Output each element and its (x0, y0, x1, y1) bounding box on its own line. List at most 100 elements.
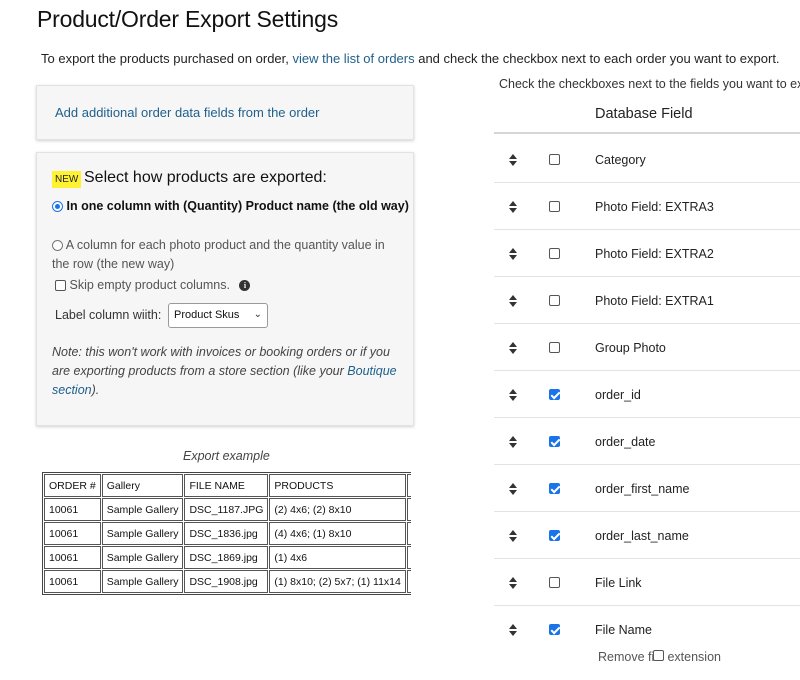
database-field-row: order_first_name (494, 465, 800, 512)
field-checkbox[interactable] (549, 389, 560, 400)
page-title: Product/Order Export Settings (37, 6, 339, 32)
drag-sort-icon[interactable] (508, 436, 518, 448)
table-cell: DSC_1869.jpg (184, 546, 269, 569)
field-label: Photo Field: EXTRA3 (595, 200, 714, 214)
table-row: 10061 Sample Gallery DSC_1908.jpg (1) 8x… (44, 570, 411, 593)
add-order-data-fields-link[interactable]: Add additional order data fields from th… (55, 105, 320, 120)
drag-sort-icon[interactable] (508, 483, 518, 495)
column-header: PRODUCTS (269, 474, 406, 497)
column-header: G (406, 474, 411, 497)
intro-text-end: and check the checkbox next to each orde… (414, 51, 780, 66)
drag-sort-icon[interactable] (508, 295, 518, 307)
table-cell: DSC_1908.jpg (184, 570, 269, 593)
export-example-table: ORDER # Gallery FILE NAME PRODUCTS G 100… (42, 472, 411, 595)
field-checkbox[interactable] (549, 483, 560, 494)
drag-sort-icon[interactable] (508, 624, 518, 636)
table-cell: Sample Gallery (101, 546, 184, 569)
field-checkbox[interactable] (549, 201, 560, 212)
table-cell: DSC_1187.JPG (184, 498, 269, 521)
database-field-row: Photo Field: EXTRA3 (494, 183, 800, 230)
export-option-new-way[interactable]: A column for each photo product and the … (52, 236, 402, 274)
label-column-label: Label column wiith: (55, 308, 162, 322)
radio-old-way[interactable] (52, 201, 63, 213)
table-header-row: ORDER # Gallery FILE NAME PRODUCTS G (44, 474, 411, 497)
table-cell: 10061 (44, 546, 101, 569)
database-field-row: Category (494, 136, 800, 183)
database-field-row: File Link (494, 559, 800, 606)
note-text-end: ). (91, 383, 100, 397)
skip-empty-columns-option[interactable]: Skip empty product columns. i (55, 278, 251, 292)
field-checkbox[interactable] (549, 436, 560, 447)
database-field-row: order_last_name (494, 512, 800, 559)
field-label: Photo Field: EXTRA1 (595, 294, 714, 308)
field-checkbox[interactable] (549, 530, 560, 541)
header-divider (494, 132, 800, 134)
additional-fields-panel: Add additional order data fields from th… (36, 85, 414, 140)
field-label: order_first_name (595, 482, 690, 496)
field-checkbox[interactable] (549, 577, 560, 588)
export-option-old-way[interactable]: In one column with (Quantity) Product na… (52, 199, 409, 213)
table-cell: Sample Gallery (101, 522, 184, 545)
skip-empty-columns-checkbox[interactable] (55, 280, 66, 292)
label-column-select[interactable]: Product Skus ⌄ (168, 303, 268, 328)
drag-sort-icon[interactable] (508, 389, 518, 401)
database-field-row: order_date (494, 418, 800, 465)
intro-text: To export the products purchased on orde… (41, 51, 780, 66)
field-label: order_date (595, 435, 656, 449)
column-header: Gallery (101, 474, 184, 497)
field-label: File Name (595, 623, 652, 637)
database-fields-panel: Database Field Category Photo Field: EXTR… (494, 95, 800, 680)
field-label: order_id (595, 388, 641, 402)
drag-sort-icon[interactable] (508, 530, 518, 542)
field-checkbox[interactable] (549, 342, 560, 353)
database-field-header: Database Field (595, 106, 693, 122)
drag-sort-icon[interactable] (508, 154, 518, 166)
product-export-heading: Select how products are exported: (84, 169, 327, 186)
chevron-down-icon: ⌄ (253, 309, 262, 320)
table-row: 10061 Sample Gallery DSC_1869.jpg (1) 4x… (44, 546, 411, 569)
database-field-row: Photo Field: EXTRA1 (494, 277, 800, 324)
table-cell: 10061 (44, 498, 101, 521)
field-checkbox[interactable] (549, 624, 560, 635)
info-icon[interactable]: i (239, 280, 251, 292)
export-example-table-wrapper[interactable]: ORDER # Gallery FILE NAME PRODUCTS G 100… (42, 472, 411, 596)
database-field-row: Group Photo (494, 324, 800, 371)
field-checkbox[interactable] (549, 154, 560, 165)
label-column-selected-value: Product Skus (174, 309, 240, 321)
field-checkbox[interactable] (549, 248, 560, 259)
export-option-new-label: A column for each photo product and the … (52, 238, 385, 271)
field-label: Group Photo (595, 341, 666, 355)
field-label: order_last_name (595, 529, 689, 543)
database-field-row: File Name Remove file extension (494, 606, 800, 664)
field-label: Category (595, 153, 646, 167)
drag-sort-icon[interactable] (508, 577, 518, 589)
view-orders-link[interactable]: view the list of orders (293, 51, 415, 66)
intro-text-start: To export the products purchased on orde… (41, 51, 293, 66)
column-header: ORDER # (44, 474, 101, 497)
fields-instruction: Check the checkboxes next to the fields … (499, 77, 800, 91)
skip-empty-columns-label: Skip empty product columns. (69, 278, 230, 292)
radio-new-way[interactable] (52, 240, 63, 252)
export-note: Note: this won't work with invoices or b… (52, 343, 402, 400)
new-badge: NEW (52, 171, 82, 188)
table-cell: DSC_1836.jpg (184, 522, 269, 545)
table-cell: Sample Gallery (101, 498, 184, 521)
field-checkbox[interactable] (549, 295, 560, 306)
table-cell: (2) 4x6; (2) 8x10 (269, 498, 406, 521)
remove-extension-option[interactable]: Remove file extension (598, 650, 721, 664)
product-export-panel: NEW Select how products are exported: In… (36, 152, 414, 426)
drag-sort-icon[interactable] (508, 248, 518, 260)
table-cell: I (406, 570, 411, 593)
table-cell: I (406, 546, 411, 569)
table-cell: (1) 4x6 (269, 546, 406, 569)
table-cell: Sample Gallery (101, 570, 184, 593)
remove-extension-checkbox[interactable] (653, 650, 664, 661)
column-header: FILE NAME (184, 474, 269, 497)
drag-sort-icon[interactable] (508, 342, 518, 354)
drag-sort-icon[interactable] (508, 201, 518, 213)
table-cell: (4) 4x6; (1) 8x10 (269, 522, 406, 545)
table-cell: I (406, 522, 411, 545)
database-field-row: Photo Field: EXTRA2 (494, 230, 800, 277)
note-text-start: Note: this won't work with invoices or b… (52, 345, 390, 378)
field-label: File Link (595, 576, 642, 590)
